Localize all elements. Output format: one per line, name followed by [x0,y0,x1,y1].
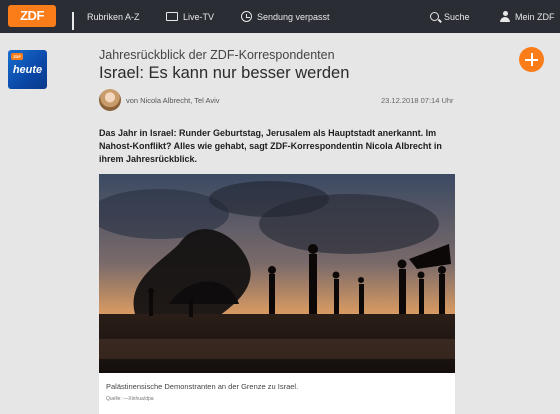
nav-sendung-verpasst[interactable]: Sendung verpasst [241,0,330,33]
nav-rubriken-label: Rubriken A-Z [87,11,140,22]
image-source: Quelle: —Xinhua/dpa [106,396,154,402]
heute-app-icon[interactable]: ZDF heute [8,50,47,89]
image-caption-box: Palästinensische Demonstranten an der Gr… [99,373,455,414]
nav-live-tv[interactable]: Live-TV [166,0,214,33]
image-caption: Palästinensische Demonstranten an der Gr… [106,382,299,391]
user-icon [500,11,510,22]
heute-badge: ZDF [11,53,23,60]
publish-date: 23.12.2018 07:14 Uhr [381,96,454,105]
nav-mein-zdf-label: Mein ZDF [515,11,555,22]
article-teaser: Das Jahr in Israel: Runder Geburtstag, J… [99,128,442,164]
nav-search[interactable]: Suche [430,0,470,33]
nav-live-tv-label: Live-TV [183,11,215,22]
author-avatar[interactable] [99,89,121,111]
clock-icon [241,11,252,22]
nav-rubriken[interactable]: Rubriken A-Z [72,0,140,33]
author-byline: von Nicola Albrecht, Tel Aviv [126,96,220,105]
heute-label: heute [12,64,43,76]
page-title: Israel: Es kann nur besser werden [99,64,350,82]
top-navigation: ZDF Rubriken A-Z Live-TV Sendung verpass… [0,0,560,33]
article-kicker: Jahresrückblick der ZDF-Korrespondenten [99,48,335,62]
add-button[interactable] [519,47,544,72]
protest-scene-image [99,174,455,373]
tv-icon [166,12,178,21]
nav-mein-zdf[interactable]: Mein ZDF [500,0,555,33]
search-icon [430,12,439,21]
nav-search-label: Suche [444,11,470,22]
article-image[interactable] [99,174,455,373]
nav-sendung-verpasst-label: Sendung verpasst [257,11,330,22]
grid-icon [72,11,82,30]
zdf-logo[interactable]: ZDF [8,5,56,27]
